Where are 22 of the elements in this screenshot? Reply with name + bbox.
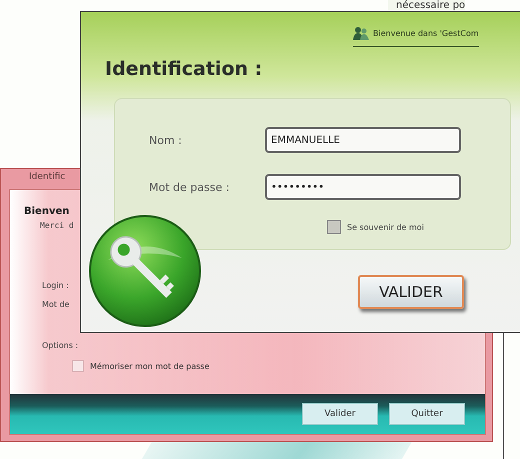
dialog-button[interactable]: Quitter	[389, 403, 465, 425]
page-text: nécessaire po	[388, 0, 466, 11]
checkbox-label: Se souvenir de moi	[347, 222, 424, 232]
login-label: Login :	[42, 281, 69, 290]
welcome-text: Merci d	[40, 221, 74, 230]
people-icon	[353, 26, 369, 40]
welcome-heading: Bienven	[24, 206, 70, 217]
field-label: Mot de passe :	[149, 180, 230, 194]
checkbox[interactable]	[72, 360, 84, 372]
submit-button[interactable]: VALIDER	[358, 275, 464, 309]
window-tab[interactable]: Identific	[29, 172, 66, 182]
welcome-link[interactable]: Bienvenue dans 'GestCom	[373, 28, 479, 38]
dialog-button[interactable]: Valider	[302, 403, 378, 425]
field-label: Nom :	[149, 134, 183, 146]
password-label: Mot de	[42, 300, 70, 309]
key-icon	[88, 214, 202, 328]
form-title: Identification :	[105, 58, 262, 80]
checkbox-label: Mémoriser mon mot de passe	[90, 362, 210, 370]
checkbox[interactable]	[327, 220, 341, 234]
username-field[interactable]: EMMANUELLE	[265, 127, 461, 153]
password-field[interactable]: •••••••••	[265, 174, 461, 200]
options-label: Options :	[42, 341, 78, 350]
